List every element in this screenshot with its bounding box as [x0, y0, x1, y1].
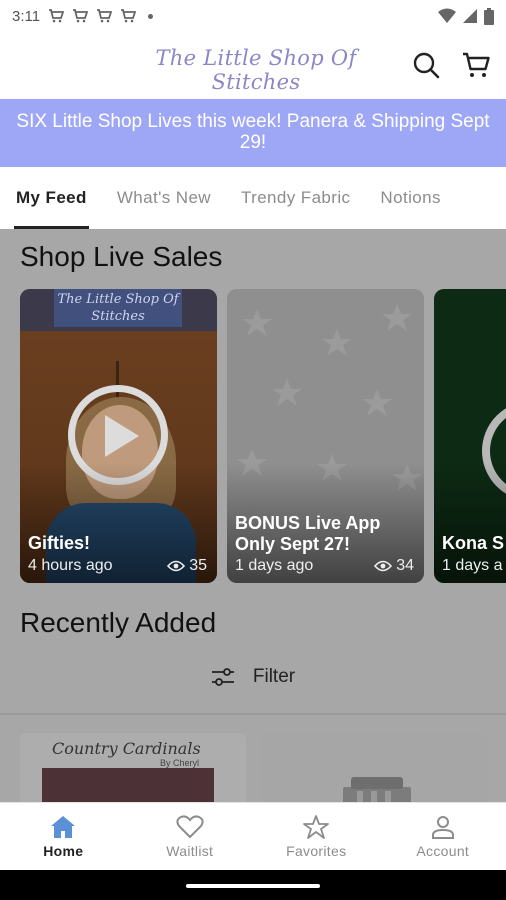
signal-icon — [463, 9, 477, 23]
die-cutter-image — [343, 777, 411, 802]
nav-label: Favorites — [286, 843, 347, 859]
nav-account[interactable]: Account — [380, 803, 506, 870]
category-tabs: My Feed What's New Trendy Fabric Notions — [0, 167, 506, 229]
home-icon — [51, 816, 76, 838]
cart-icon — [121, 9, 137, 23]
card-title: Kona S — [442, 533, 505, 553]
recent-section-title: Recently Added — [20, 607, 217, 638]
eye-icon — [374, 560, 393, 572]
play-triangle-icon — [105, 415, 139, 457]
home-gesture-handle[interactable] — [186, 884, 320, 888]
view-count: 34 — [396, 557, 414, 574]
search-icon — [413, 52, 440, 79]
bottom-nav: Home Waitlist Favorites Account — [0, 802, 506, 870]
nav-favorites[interactable]: Favorites — [253, 803, 380, 870]
search-button[interactable] — [409, 48, 443, 82]
battery-icon — [484, 7, 494, 25]
tab-notions[interactable]: Notions — [380, 167, 440, 229]
gesture-bar — [0, 870, 506, 900]
nav-label: Account — [416, 843, 470, 859]
notification-icons — [48, 8, 154, 24]
product-subtitle: By Cheryl — [160, 758, 200, 768]
product-card[interactable] — [261, 733, 487, 802]
heart-icon — [176, 815, 204, 839]
tab-trendy-fabric[interactable]: Trendy Fabric — [241, 167, 350, 229]
live-card[interactable]: BONUS Live App Only Sept 27! 1 days ago … — [227, 289, 424, 583]
cart-icon — [49, 9, 65, 23]
card-views: 35 — [167, 557, 207, 575]
cart-icon — [73, 9, 89, 23]
card-title: BONUS Live App Only Sept 27! — [235, 513, 381, 554]
card-time: 1 days a — [442, 557, 503, 574]
dot-icon — [148, 13, 154, 19]
live-cards-carousel[interactable]: The Little Shop Of Stitches Gifties! 4 h… — [20, 289, 506, 583]
sliders-icon — [211, 668, 234, 686]
nav-home[interactable]: Home — [0, 803, 127, 870]
divider — [0, 713, 506, 715]
system-icons — [438, 7, 494, 25]
star-icon — [303, 815, 330, 839]
feed-content[interactable]: Shop Live Sales The Little Shop Of Stitc… — [0, 229, 506, 802]
person-icon — [431, 816, 454, 839]
filter-button[interactable]: Filter — [0, 661, 506, 693]
cart-icon — [97, 9, 113, 23]
brand-logo[interactable]: The Little Shop Of Stitches — [140, 46, 372, 94]
cart-button[interactable] — [459, 48, 493, 82]
nav-waitlist[interactable]: Waitlist — [127, 803, 254, 870]
tab-whats-new[interactable]: What's New — [117, 167, 211, 229]
wifi-icon — [438, 8, 456, 23]
card-time: 1 days ago — [235, 557, 314, 574]
app-header: The Little Shop Of Stitches — [0, 32, 506, 99]
card-title: Gifties! — [28, 533, 91, 553]
cart-icon — [463, 52, 490, 77]
view-count: 35 — [189, 557, 207, 574]
live-section-title: Shop Live Sales — [20, 241, 223, 272]
filter-label: Filter — [252, 666, 296, 687]
live-card[interactable]: Kona S 1 days a — [434, 289, 506, 583]
quilt-image — [42, 768, 214, 802]
status-time: 3:11 — [12, 7, 41, 25]
tab-my-feed[interactable]: My Feed — [14, 167, 89, 229]
shop-sign: The Little Shop Of Stitches — [54, 289, 182, 327]
card-views: 34 — [374, 557, 414, 575]
nav-label: Waitlist — [166, 843, 214, 859]
eye-icon — [167, 560, 186, 572]
product-card[interactable]: Country Cardinals By Cheryl — [20, 733, 246, 802]
announcement-banner[interactable]: SIX Little Shop Lives this week! Panera … — [0, 99, 506, 167]
card-time: 4 hours ago — [28, 557, 113, 574]
nav-label: Home — [43, 843, 84, 859]
live-card[interactable]: The Little Shop Of Stitches Gifties! 4 h… — [20, 289, 217, 583]
product-title: Country Cardinals — [52, 739, 201, 758]
status-bar: 3:11 — [0, 0, 506, 32]
